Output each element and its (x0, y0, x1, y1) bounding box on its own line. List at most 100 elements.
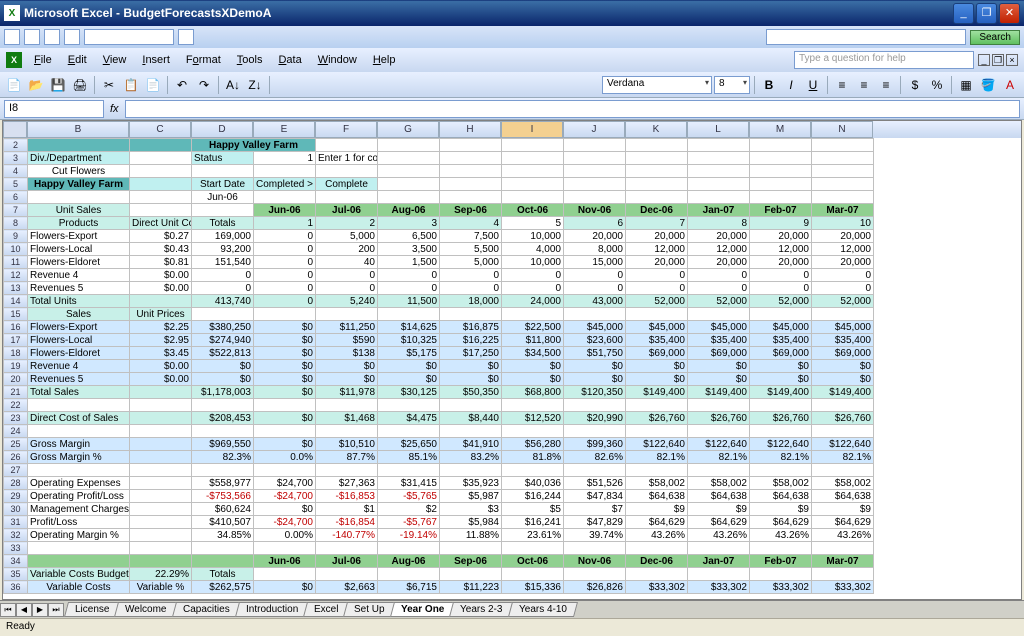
cell[interactable]: $5,984 (440, 516, 502, 529)
cell[interactable] (130, 516, 192, 529)
cell[interactable]: $0 (440, 373, 502, 386)
cell[interactable]: Happy Valley Farm (192, 139, 316, 152)
new-icon[interactable]: 📄 (4, 75, 24, 95)
cell[interactable]: $16,225 (440, 334, 502, 347)
cell[interactable]: 0 (564, 269, 626, 282)
row-header[interactable]: 15 (4, 308, 28, 321)
search-button[interactable]: Search (970, 30, 1020, 45)
cell[interactable]: $69,000 (688, 347, 750, 360)
cell[interactable]: 5 (502, 217, 564, 230)
tab-next-icon[interactable]: ▶ (32, 603, 48, 617)
cell[interactable]: $149,400 (688, 386, 750, 399)
cell[interactable]: $47,829 (564, 516, 626, 529)
cell[interactable]: Revenues 5 (28, 282, 130, 295)
cell[interactable]: 0 (192, 282, 254, 295)
cell[interactable]: Management Charges (28, 503, 130, 516)
formula-bar[interactable] (125, 100, 1020, 118)
cell[interactable]: 5,000 (440, 256, 502, 269)
cell[interactable] (502, 425, 564, 438)
cell[interactable]: $33,302 (688, 581, 750, 594)
cell[interactable] (130, 529, 192, 542)
minimize-button[interactable]: _ (953, 3, 974, 24)
cell[interactable] (130, 295, 192, 308)
cell[interactable] (130, 399, 192, 412)
flag-icon[interactable] (178, 29, 194, 45)
cell[interactable]: Revenue 4 (28, 360, 130, 373)
cell[interactable]: $5,175 (378, 347, 440, 360)
tab-first-icon[interactable]: ⏮ (0, 603, 16, 617)
cell[interactable] (254, 464, 316, 477)
row-header[interactable]: 28 (4, 477, 28, 490)
cell[interactable]: $58,002 (626, 477, 688, 490)
cell[interactable]: $69,000 (626, 347, 688, 360)
cell[interactable]: Revenue 4 (28, 269, 130, 282)
cell[interactable]: 0.0% (254, 451, 316, 464)
doc-close-button[interactable]: × (1006, 54, 1018, 66)
undo-icon[interactable]: ↶ (172, 75, 192, 95)
cell[interactable]: $34,500 (502, 347, 564, 360)
cell[interactable] (626, 542, 688, 555)
cell[interactable]: 52,000 (626, 295, 688, 308)
cell[interactable]: Flowers-Export (28, 321, 130, 334)
cell[interactable] (130, 542, 192, 555)
cell[interactable]: $56,280 (502, 438, 564, 451)
row-header[interactable]: 25 (4, 438, 28, 451)
cell[interactable] (440, 425, 502, 438)
cell[interactable] (130, 412, 192, 425)
cell[interactable] (502, 308, 564, 321)
cell[interactable]: $45,000 (626, 321, 688, 334)
cell[interactable]: Feb-07 (750, 555, 812, 568)
col-header-E[interactable]: E (253, 121, 315, 138)
menu-edit[interactable]: Edit (60, 51, 95, 69)
cell[interactable] (688, 568, 750, 581)
sheet-tab-capacities[interactable]: Capacities (172, 602, 241, 617)
sheet-tab-years-2-3[interactable]: Years 2-3 (449, 602, 513, 617)
cell[interactable]: Profit/Loss (28, 516, 130, 529)
cell[interactable] (130, 490, 192, 503)
row-header[interactable]: 31 (4, 516, 28, 529)
cell[interactable]: $0.81 (130, 256, 192, 269)
cell[interactable]: 5,000 (316, 230, 378, 243)
col-header-M[interactable]: M (749, 121, 811, 138)
cell[interactable]: Operating Margin % (28, 529, 130, 542)
name-box[interactable]: I8 (4, 100, 104, 118)
cell[interactable]: $2.95 (130, 334, 192, 347)
cell[interactable] (440, 178, 502, 191)
cell[interactable]: 20,000 (564, 230, 626, 243)
cell[interactable] (254, 191, 316, 204)
cell[interactable]: $11,223 (440, 581, 502, 594)
cell[interactable]: $6,715 (378, 581, 440, 594)
cell[interactable] (192, 555, 254, 568)
cell[interactable] (812, 139, 874, 152)
cell[interactable]: $25,650 (378, 438, 440, 451)
cell[interactable] (440, 542, 502, 555)
cell[interactable]: Jan-07 (688, 204, 750, 217)
cell[interactable] (750, 165, 812, 178)
doc-restore-button[interactable]: ❐ (992, 54, 1004, 66)
cell[interactable]: 39.74% (564, 529, 626, 542)
cell[interactable] (626, 139, 688, 152)
cell[interactable]: $0 (812, 373, 874, 386)
cell[interactable]: 200 (316, 243, 378, 256)
row-header[interactable]: 18 (4, 347, 28, 360)
cell[interactable]: $9 (750, 503, 812, 516)
fill-color-icon[interactable]: 🪣 (978, 75, 998, 95)
cell[interactable] (626, 425, 688, 438)
row-header[interactable]: 19 (4, 360, 28, 373)
row-header[interactable]: 9 (4, 230, 28, 243)
cell[interactable]: Complete (316, 178, 378, 191)
row-header[interactable]: 2 (4, 139, 28, 152)
cell[interactable]: $380,250 (192, 321, 254, 334)
cell[interactable] (564, 165, 626, 178)
cell[interactable]: -$16,854 (316, 516, 378, 529)
cell[interactable]: 20,000 (750, 256, 812, 269)
cell[interactable]: $2 (378, 503, 440, 516)
cell[interactable]: $9 (688, 503, 750, 516)
cell[interactable]: Sales (28, 308, 130, 321)
cell[interactable]: Flowers-Eldoret (28, 347, 130, 360)
cell[interactable]: $0.43 (130, 243, 192, 256)
cell[interactable]: $0 (192, 373, 254, 386)
row-header[interactable]: 14 (4, 295, 28, 308)
row-header[interactable]: 16 (4, 321, 28, 334)
cell[interactable] (688, 152, 750, 165)
